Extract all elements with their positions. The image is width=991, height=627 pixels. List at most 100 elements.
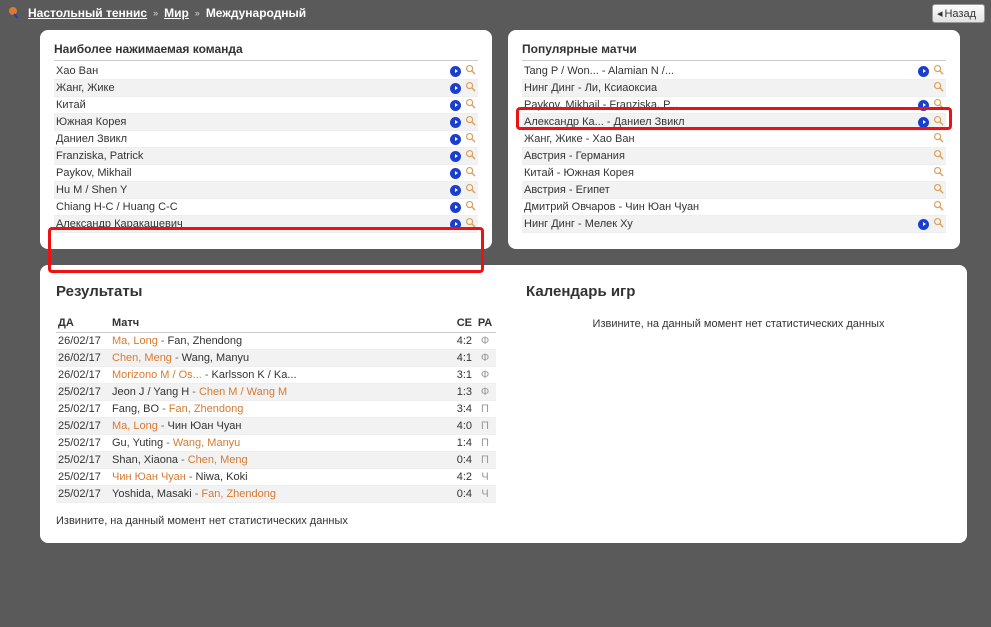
player-link[interactable]: Ma, Long: [112, 420, 158, 432]
back-button[interactable]: ◂ Назад: [932, 4, 985, 23]
list-item[interactable]: Жанг, Жике - Хао Ван: [522, 131, 946, 148]
player-link[interactable]: Chen, Meng: [112, 352, 172, 364]
col-se[interactable]: СЕ: [446, 314, 474, 333]
player-link[interactable]: Чин Юан Чуан: [112, 471, 186, 483]
player-link[interactable]: Fan, Zhendong: [168, 335, 243, 347]
player-link[interactable]: Shan, Xiaona: [112, 454, 178, 466]
play-dot-icon[interactable]: [450, 100, 461, 111]
magnifier-icon[interactable]: [465, 200, 476, 214]
play-dot-icon[interactable]: [450, 117, 461, 128]
table-row[interactable]: 25/02/17Shan, Xiaona-Chen, Meng0:4П: [56, 452, 496, 469]
table-row[interactable]: 25/02/17Jeon J / Yang H-Chen M / Wang M1…: [56, 384, 496, 401]
play-dot-icon[interactable]: [450, 83, 461, 94]
col-date[interactable]: ДА: [56, 314, 110, 333]
table-row[interactable]: 25/02/17Gu, Yuting-Wang, Manyu1:4П: [56, 435, 496, 452]
magnifier-icon[interactable]: [465, 149, 476, 163]
play-dot-icon[interactable]: [918, 219, 929, 230]
play-dot-icon[interactable]: [450, 202, 461, 213]
magnifier-icon[interactable]: [465, 64, 476, 78]
player-link[interactable]: Chen M / Wang M: [199, 386, 287, 398]
table-row[interactable]: 25/02/17Чин Юан Чуан-Niwa, Koki4:2Ч: [56, 469, 496, 486]
list-item[interactable]: Австрия - Египет: [522, 182, 946, 199]
player-link[interactable]: Ma, Long: [112, 335, 158, 347]
play-dot-icon[interactable]: [918, 66, 929, 77]
list-item[interactable]: Александр Каракашевич: [54, 216, 478, 233]
col-ra[interactable]: РА: [474, 314, 496, 333]
list-item[interactable]: Хао Ван: [54, 63, 478, 80]
play-dot-icon[interactable]: [918, 100, 929, 111]
magnifier-icon[interactable]: [465, 166, 476, 180]
list-item[interactable]: Franziska, Patrick: [54, 148, 478, 165]
list-item[interactable]: Китай: [54, 97, 478, 114]
magnifier-icon[interactable]: [933, 81, 944, 95]
list-item[interactable]: Китай - Южная Корея: [522, 165, 946, 182]
table-row[interactable]: 25/02/17Ma, Long-Чин Юан Чуан4:0П: [56, 418, 496, 435]
cell-round: Ф: [474, 367, 496, 384]
magnifier-icon[interactable]: [933, 64, 944, 78]
magnifier-icon[interactable]: [465, 98, 476, 112]
play-dot-icon[interactable]: [918, 117, 929, 128]
panel-most-clicked-teams: Наиболее нажимаемая команда Хао ВанЖанг,…: [40, 30, 492, 249]
player-link[interactable]: Yoshida, Masaki: [112, 488, 192, 500]
play-dot-icon[interactable]: [450, 219, 461, 230]
list-item[interactable]: Нинг Динг - Мелек Ху: [522, 216, 946, 233]
magnifier-icon[interactable]: [465, 132, 476, 146]
player-link[interactable]: Niwa, Koki: [196, 471, 248, 483]
list-item[interactable]: Австрия - Германия: [522, 148, 946, 165]
table-row[interactable]: 26/02/17Ma, Long-Fan, Zhendong4:2Ф: [56, 333, 496, 350]
player-link[interactable]: Fan, Zhendong: [201, 488, 276, 500]
list-item[interactable]: Нинг Динг - Ли, Ксиаоксиа: [522, 80, 946, 97]
breadcrumb-region[interactable]: Мир: [164, 6, 189, 20]
play-dot-icon[interactable]: [450, 185, 461, 196]
magnifier-icon[interactable]: [465, 217, 476, 231]
player-link[interactable]: Wang, Manyu: [182, 352, 249, 364]
player-link[interactable]: Jeon J / Yang H: [112, 386, 189, 398]
magnifier-icon[interactable]: [933, 98, 944, 112]
play-dot-icon[interactable]: [450, 151, 461, 162]
magnifier-icon[interactable]: [933, 166, 944, 180]
list-item[interactable]: Chiang H-C / Huang C-C: [54, 199, 478, 216]
breadcrumb-sport[interactable]: Настольный теннис: [28, 6, 147, 20]
player-link[interactable]: Fang, BO: [112, 403, 159, 415]
magnifier-icon[interactable]: [933, 183, 944, 197]
list-item-label: Австрия - Египет: [524, 184, 933, 196]
player-link[interactable]: Morizono M / Os...: [112, 369, 202, 381]
player-link[interactable]: Чин Юан Чуан: [168, 420, 242, 432]
cell-score: 3:4: [446, 401, 474, 418]
table-row[interactable]: 25/02/17Fang, BO-Fan, Zhendong3:4П: [56, 401, 496, 418]
play-dot-icon[interactable]: [450, 66, 461, 77]
list-item-label: Paykov, Mikhail: [56, 167, 450, 179]
list-item[interactable]: Hu M / Shen Y: [54, 182, 478, 199]
col-match[interactable]: Матч: [110, 314, 446, 333]
magnifier-icon[interactable]: [933, 217, 944, 231]
magnifier-icon[interactable]: [933, 149, 944, 163]
magnifier-icon[interactable]: [465, 115, 476, 129]
table-row[interactable]: 26/02/17Chen, Meng-Wang, Manyu4:1Ф: [56, 350, 496, 367]
list-item-label: Chiang H-C / Huang C-C: [56, 201, 450, 213]
magnifier-icon[interactable]: [933, 132, 944, 146]
list-item[interactable]: Жанг, Жике: [54, 80, 478, 97]
player-link[interactable]: Karlsson K / Ka...: [212, 369, 297, 381]
list-item[interactable]: Paykov, Mikhail - Franziska, P...: [522, 97, 946, 114]
list-item[interactable]: Paykov, Mikhail: [54, 165, 478, 182]
cell-match: Ma, Long-Fan, Zhendong: [110, 333, 446, 350]
player-link[interactable]: Gu, Yuting: [112, 437, 163, 449]
magnifier-icon[interactable]: [933, 115, 944, 129]
list-item[interactable]: Александр Ка... - Даниел Звикл: [522, 114, 946, 131]
player-link[interactable]: Chen, Meng: [188, 454, 248, 466]
magnifier-icon[interactable]: [465, 183, 476, 197]
list-item[interactable]: Tang P / Won... - Alamian N /...: [522, 63, 946, 80]
list-item[interactable]: Даниел Звикл: [54, 131, 478, 148]
magnifier-icon[interactable]: [465, 81, 476, 95]
list-item[interactable]: Дмитрий Овчаров - Чин Юан Чуан: [522, 199, 946, 216]
magnifier-icon[interactable]: [933, 200, 944, 214]
results-title: Результаты: [56, 283, 496, 300]
play-dot-icon[interactable]: [450, 168, 461, 179]
table-row[interactable]: 26/02/17Morizono M / Os...-Karlsson K / …: [56, 367, 496, 384]
player-link[interactable]: Wang, Manyu: [173, 437, 240, 449]
player-link[interactable]: Fan, Zhendong: [169, 403, 244, 415]
list-item[interactable]: Южная Корея: [54, 114, 478, 131]
play-dot-icon[interactable]: [450, 134, 461, 145]
cell-round: Ф: [474, 384, 496, 401]
table-row[interactable]: 25/02/17Yoshida, Masaki-Fan, Zhendong0:4…: [56, 486, 496, 503]
